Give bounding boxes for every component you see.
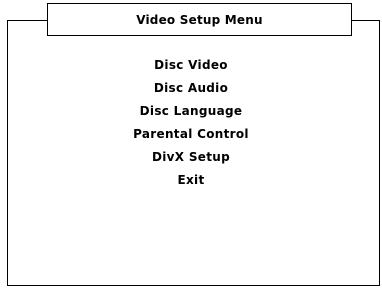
menu-item-parental-control[interactable]: Parental Control: [0, 123, 382, 146]
menu-item-disc-language[interactable]: Disc Language: [0, 100, 382, 123]
menu-item-disc-audio[interactable]: Disc Audio: [0, 77, 382, 100]
setup-menu-list: Disc Video Disc Audio Disc Language Pare…: [0, 54, 382, 192]
menu-title-box: Video Setup Menu: [47, 3, 352, 36]
menu-title: Video Setup Menu: [136, 12, 263, 27]
menu-item-disc-video[interactable]: Disc Video: [0, 54, 382, 77]
menu-item-exit[interactable]: Exit: [0, 169, 382, 192]
menu-item-divx-setup[interactable]: DivX Setup: [0, 146, 382, 169]
